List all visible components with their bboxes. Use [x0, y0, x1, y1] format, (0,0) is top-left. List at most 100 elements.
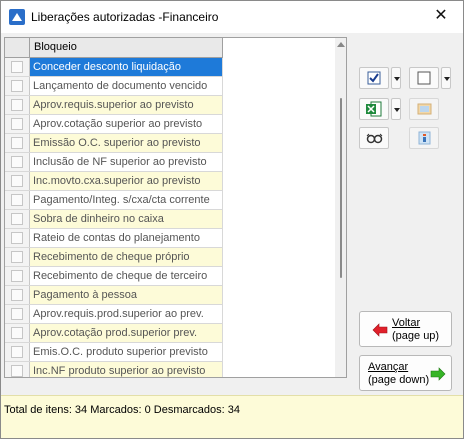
row-check-cell[interactable] [5, 362, 30, 377]
info-button[interactable] [409, 127, 439, 149]
row-label[interactable]: Emissão O.C. superior ao previsto [30, 134, 223, 152]
row-checkbox[interactable] [11, 308, 23, 320]
table-row[interactable]: Emissão O.C. superior ao previsto [5, 134, 223, 153]
table-row[interactable]: Pagamento/Integ. s/cxa/cta corrente [5, 191, 223, 210]
row-checkbox[interactable] [11, 365, 23, 377]
table-row[interactable]: Lançamento de documento vencido [5, 77, 223, 96]
table-row[interactable]: Conceder desconto liquidação [5, 58, 223, 77]
row-checkbox[interactable] [11, 289, 23, 301]
checkbox-empty-icon [417, 71, 431, 85]
next-page-down-button[interactable]: Avançar (page down) [359, 355, 452, 391]
row-checkbox[interactable] [11, 251, 23, 263]
row-check-cell[interactable] [5, 267, 30, 285]
row-label[interactable]: Inclusão de NF superior ao previsto [30, 153, 223, 171]
table-row[interactable]: Sobra de dinheiro no caixa [5, 210, 223, 229]
table-row[interactable]: Inc.NF produto superior ao previsto [5, 362, 223, 377]
grid-header: Bloqueio [5, 38, 223, 58]
close-button[interactable]: ✕ [419, 1, 463, 32]
chevron-down-icon [394, 108, 400, 112]
row-label[interactable]: Aprov.requis.superior ao previsto [30, 96, 223, 114]
row-checkbox[interactable] [11, 194, 23, 206]
folder-image-icon [417, 103, 432, 115]
folder-image-button[interactable] [409, 98, 439, 120]
uncheck-all-button[interactable] [409, 67, 439, 89]
table-row[interactable]: Aprov.cotação prod.superior prev. [5, 324, 223, 343]
row-label[interactable]: Emis.O.C. produto superior previsto [30, 343, 223, 361]
table-row[interactable]: Aprov.requis.superior ao previsto [5, 96, 223, 115]
row-check-cell[interactable] [5, 210, 30, 228]
row-check-cell[interactable] [5, 324, 30, 342]
grid-rows: Conceder desconto liquidação Lançamento d… [5, 58, 223, 377]
row-label[interactable]: Pagamento/Integ. s/cxa/cta corrente [30, 191, 223, 209]
vertical-scrollbar[interactable] [335, 38, 346, 377]
row-label[interactable]: Pagamento à pessoa [30, 286, 223, 304]
row-label[interactable]: Aprov.cotação superior ao previsto [30, 115, 223, 133]
row-checkbox[interactable] [11, 213, 23, 225]
row-label[interactable]: Aprov.cotação prod.superior prev. [30, 324, 223, 342]
row-check-cell[interactable] [5, 248, 30, 266]
uncheck-all-dropdown[interactable] [441, 67, 451, 89]
row-checkbox[interactable] [11, 118, 23, 130]
chevron-down-icon [444, 77, 450, 81]
check-all-button[interactable] [359, 67, 389, 89]
back-sublabel: (page up) [392, 330, 440, 342]
view-glasses-button[interactable] [359, 127, 389, 149]
back-page-up-button[interactable]: Voltar (page up) [359, 311, 452, 347]
export-excel-button[interactable] [359, 98, 389, 120]
table-row[interactable]: Emis.O.C. produto superior previsto [5, 343, 223, 362]
next-label: Avançar [368, 361, 409, 373]
row-label[interactable]: Lançamento de documento vencido [30, 77, 223, 95]
table-row[interactable]: Aprov.cotação superior ao previsto [5, 115, 223, 134]
row-check-cell[interactable] [5, 343, 30, 361]
row-check-cell[interactable] [5, 115, 30, 133]
row-label[interactable]: Aprov.requis.prod.superior ao prev. [30, 305, 223, 323]
row-checkbox[interactable] [11, 270, 23, 282]
row-check-cell[interactable] [5, 191, 30, 209]
column-header-bloqueio[interactable]: Bloqueio [30, 38, 223, 58]
scroll-up-icon[interactable] [337, 42, 345, 47]
row-checkbox[interactable] [11, 99, 23, 111]
row-check-cell[interactable] [5, 305, 30, 323]
arrow-left-icon [372, 323, 388, 337]
row-label[interactable]: Conceder desconto liquidação [30, 58, 223, 76]
row-checkbox[interactable] [11, 137, 23, 149]
row-label[interactable]: Recebimento de cheque próprio [30, 248, 223, 266]
row-label[interactable]: Inc.movto.cxa.superior ao previsto [30, 172, 223, 190]
scrollbar-thumb[interactable] [340, 98, 342, 278]
row-check-cell[interactable] [5, 286, 30, 304]
status-summary: Total de itens: 34 Marcados: 0 Desmarcad… [4, 404, 241, 416]
table-row[interactable]: Inclusão de NF superior ao previsto [5, 153, 223, 172]
row-check-cell[interactable] [5, 134, 30, 152]
row-check-cell[interactable] [5, 96, 30, 114]
table-row[interactable]: Pagamento à pessoa [5, 286, 223, 305]
permissions-grid: Bloqueio Conceder desconto liquidação Lan… [4, 37, 347, 378]
excel-export-icon [366, 101, 382, 117]
row-check-cell[interactable] [5, 172, 30, 190]
row-checkbox[interactable] [11, 175, 23, 187]
row-label[interactable]: Inc.NF produto superior ao previsto [30, 362, 223, 377]
table-row[interactable]: Aprov.requis.prod.superior ao prev. [5, 305, 223, 324]
row-checkbox[interactable] [11, 232, 23, 244]
row-check-cell[interactable] [5, 77, 30, 95]
row-checkbox[interactable] [11, 327, 23, 339]
table-row[interactable]: Inc.movto.cxa.superior ao previsto [5, 172, 223, 191]
table-row[interactable]: Rateio de contas do planejamento [5, 229, 223, 248]
row-check-cell[interactable] [5, 58, 30, 76]
row-checkbox[interactable] [11, 346, 23, 358]
row-check-cell[interactable] [5, 229, 30, 247]
row-checkbox[interactable] [11, 61, 23, 73]
row-check-cell[interactable] [5, 153, 30, 171]
check-all-dropdown[interactable] [391, 67, 401, 89]
arrow-right-icon [430, 367, 446, 381]
row-label[interactable]: Recebimento de cheque de terceiro [30, 267, 223, 285]
export-dropdown[interactable] [391, 98, 401, 120]
row-label[interactable]: Rateio de contas do planejamento [30, 229, 223, 247]
row-checkbox[interactable] [11, 156, 23, 168]
back-label: Voltar [392, 317, 421, 329]
table-row[interactable]: Recebimento de cheque próprio [5, 248, 223, 267]
status-bar: Total de itens: 34 Marcados: 0 Desmarcad… [1, 395, 463, 438]
row-label[interactable]: Sobra de dinheiro no caixa [30, 210, 223, 228]
table-row[interactable]: Recebimento de cheque de terceiro [5, 267, 223, 286]
row-checkbox[interactable] [11, 80, 23, 92]
header-check-column[interactable] [5, 38, 30, 58]
